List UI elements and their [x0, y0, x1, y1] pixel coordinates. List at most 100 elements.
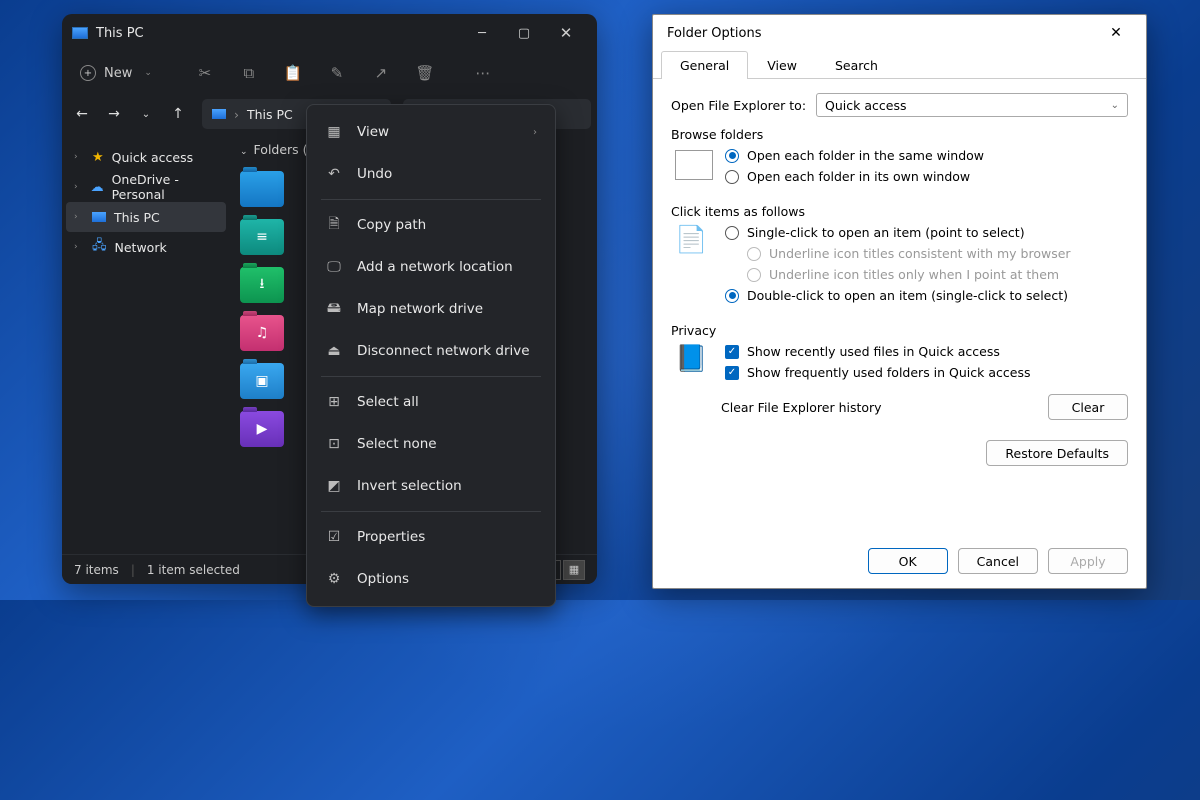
radio-underline-point: Underline icon titles only when I point …: [725, 267, 1128, 282]
tab-view[interactable]: View: [748, 51, 816, 79]
star-icon: ★: [92, 150, 104, 165]
toolbar: + New ⌄ ✂ ⧉ 📋 ✎ ↗ 🗑 ⋯: [62, 52, 597, 94]
sidebar-item-onedrive[interactable]: ›☁OneDrive - Personal: [66, 172, 226, 202]
sidebar-item-quick-access[interactable]: ›★Quick access: [66, 142, 226, 172]
separator: [321, 511, 541, 512]
tab-search[interactable]: Search: [816, 51, 897, 79]
sidebar: ›★Quick access ›☁OneDrive - Personal ›Th…: [62, 134, 230, 554]
invert-selection-icon: ◩: [325, 478, 343, 494]
copy-button[interactable]: ⧉: [230, 56, 268, 90]
ctx-options[interactable]: ⚙Options: [313, 558, 549, 600]
radio-same-window[interactable]: Open each folder in the same window: [725, 148, 1128, 163]
ctx-add-network[interactable]: 🖵Add a network location: [313, 246, 549, 288]
this-pc-icon: [92, 212, 106, 222]
undo-icon: ↶: [325, 166, 343, 182]
this-pc-icon: [72, 27, 88, 39]
radio-icon: [725, 289, 739, 303]
privacy-icon: [675, 346, 713, 376]
back-button[interactable]: ←: [68, 100, 96, 128]
map-drive-icon: 🖴: [325, 297, 343, 321]
breadcrumb-label: This PC: [247, 107, 293, 122]
chevron-down-icon: ⌄: [1111, 100, 1119, 111]
new-label: New: [104, 66, 132, 81]
check-freq-folders[interactable]: ✓Show frequently used folders in Quick a…: [725, 365, 1128, 380]
separator: [321, 376, 541, 377]
chevron-right-icon: ›: [533, 127, 537, 138]
apply-button[interactable]: Apply: [1048, 548, 1128, 574]
ctx-properties[interactable]: ☑Properties: [313, 516, 549, 558]
ctx-copy-path[interactable]: 🗎Copy path: [313, 204, 549, 246]
minimize-button[interactable]: ─: [461, 18, 503, 48]
delete-button[interactable]: 🗑: [406, 56, 444, 90]
disconnect-drive-icon: ⏏: [325, 343, 343, 359]
radio-single-click[interactable]: Single-click to open an item (point to s…: [725, 225, 1128, 240]
radio-icon: [747, 268, 761, 282]
checkbox-icon: ✓: [725, 366, 739, 380]
view-icon: ▦: [325, 124, 343, 140]
open-to-label: Open File Explorer to:: [671, 98, 806, 113]
clear-button[interactable]: Clear: [1048, 394, 1128, 420]
tiles-view-button[interactable]: ▦: [563, 560, 585, 580]
item-count: 7 items: [74, 563, 119, 577]
paste-button[interactable]: 📋: [274, 56, 312, 90]
close-button[interactable]: ✕: [545, 18, 587, 48]
ctx-view[interactable]: ▦View›: [313, 111, 549, 153]
maximize-button[interactable]: ▢: [503, 18, 545, 48]
radio-double-click[interactable]: Double-click to open an item (single-cli…: [725, 288, 1128, 303]
new-button[interactable]: + New ⌄: [70, 56, 162, 90]
forward-button[interactable]: →: [100, 100, 128, 128]
copy-path-icon: 🗎: [325, 213, 343, 237]
radio-icon: [725, 226, 739, 240]
more-button[interactable]: ⋯: [464, 56, 502, 90]
context-menu: ▦View› ↶Undo 🗎Copy path 🖵Add a network l…: [306, 104, 556, 607]
ctx-select-all[interactable]: ⊞Select all: [313, 381, 549, 423]
radio-icon: [725, 149, 739, 163]
dialog-footer: OK Cancel Apply: [653, 534, 1146, 588]
check-recent-files[interactable]: ✓Show recently used files in Quick acces…: [725, 344, 1128, 359]
dialog-titlebar[interactable]: Folder Options ✕: [653, 15, 1146, 51]
ctx-map-drive[interactable]: 🖴Map network drive: [313, 288, 549, 330]
dialog-title: Folder Options: [667, 26, 761, 41]
recent-button[interactable]: ⌄: [132, 100, 160, 128]
sidebar-item-network[interactable]: ›🖧Network: [66, 232, 226, 262]
browse-folders-label: Browse folders: [671, 127, 1128, 142]
folder-options-dialog: Folder Options ✕ General View Search Ope…: [652, 14, 1147, 589]
radio-own-window[interactable]: Open each folder in its own window: [725, 169, 1128, 184]
ctx-invert[interactable]: ◩Invert selection: [313, 465, 549, 507]
open-to-combobox[interactable]: Quick access ⌄: [816, 93, 1128, 117]
radio-icon: [747, 247, 761, 261]
share-button[interactable]: ↗: [362, 56, 400, 90]
network-location-icon: 🖵: [325, 259, 343, 275]
document-click-icon: [675, 227, 713, 257]
window-icon: [675, 150, 713, 180]
selection-count: 1 item selected: [147, 563, 240, 577]
cloud-icon: ☁: [91, 180, 104, 195]
tab-strip: General View Search: [653, 51, 1146, 79]
ctx-disconnect[interactable]: ⏏Disconnect network drive: [313, 330, 549, 372]
ctx-select-none[interactable]: ⊡Select none: [313, 423, 549, 465]
tab-general[interactable]: General: [661, 51, 748, 79]
plus-icon: +: [80, 65, 96, 81]
cut-button[interactable]: ✂: [186, 56, 224, 90]
select-all-icon: ⊞: [325, 394, 343, 410]
cancel-button[interactable]: Cancel: [958, 548, 1038, 574]
chevron-down-icon: ⌄: [144, 68, 152, 78]
properties-icon: ☑: [325, 529, 343, 545]
options-icon: ⚙: [325, 571, 343, 587]
select-none-icon: ⊡: [325, 436, 343, 452]
titlebar[interactable]: This PC ─ ▢ ✕: [62, 14, 597, 52]
checkbox-icon: ✓: [725, 345, 739, 359]
privacy-label: Privacy: [671, 323, 1128, 338]
ctx-undo[interactable]: ↶Undo: [313, 153, 549, 195]
restore-defaults-button[interactable]: Restore Defaults: [986, 440, 1128, 466]
clear-history-label: Clear File Explorer history: [721, 400, 1048, 415]
rename-button[interactable]: ✎: [318, 56, 356, 90]
dialog-close-button[interactable]: ✕: [1100, 19, 1132, 47]
click-items-label: Click items as follows: [671, 204, 1128, 219]
separator: [321, 199, 541, 200]
window-title: This PC: [96, 26, 461, 41]
up-button[interactable]: ↑: [164, 100, 192, 128]
ok-button[interactable]: OK: [868, 548, 948, 574]
sidebar-item-this-pc[interactable]: ›This PC: [66, 202, 226, 232]
network-icon: 🖧: [92, 236, 107, 258]
